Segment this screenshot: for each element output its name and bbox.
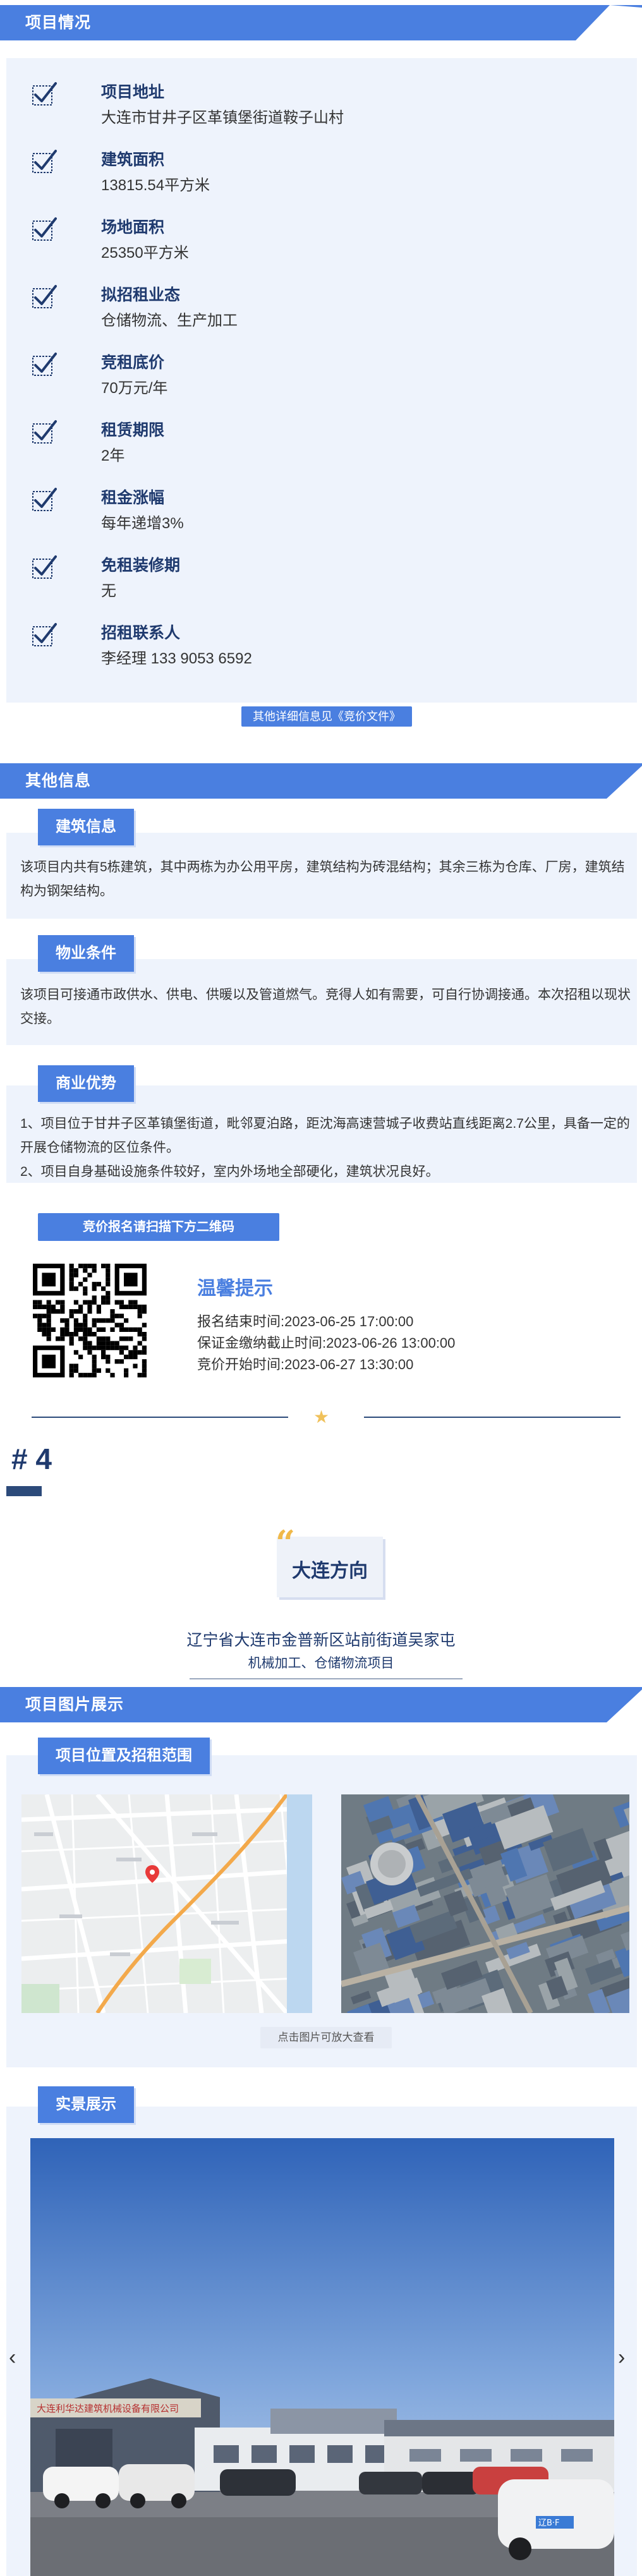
info-label: 租赁期限	[101, 421, 165, 439]
info-label: 租金涨幅	[101, 489, 165, 507]
check-box-icon	[32, 353, 57, 376]
property-text: 该项目可接通市政供水、供电、供暖以及管道燃气。竞得人如有需要，可自行协调接通。本…	[20, 988, 631, 1026]
advantage-line-2: 2、项目自身基础设施条件较好，室内外场地全部硬化，建筑状况良好。	[20, 1164, 439, 1179]
check-box-icon	[32, 285, 57, 308]
building-info-tag: 建筑信息	[38, 809, 134, 845]
project-info-panel: 项目地址大连市甘井子区革镇堡街道鞍子山村 建筑面积 13815.54平方米 场地面积 2…	[6, 58, 637, 703]
section-title: 项目情况	[25, 14, 92, 32]
qr-code[interactable]	[33, 1264, 147, 1377]
qr-signup-label: 竞价报名请扫描下方二维码	[38, 1213, 279, 1241]
project-usage: 机械加工、仓储物流项目	[248, 1656, 394, 1671]
check-box-icon	[32, 420, 57, 444]
info-value: 无	[101, 583, 116, 600]
info-item: 拟招租业态仓储物流、生产加工	[32, 280, 600, 337]
reminder-deposit-deadline: 保证金缴纳截止时间:2023-06-26 13:00:00	[197, 1335, 456, 1351]
info-value: 70万元/年	[101, 380, 168, 397]
info-label: 建筑面积	[101, 151, 165, 169]
info-item: 场地面积 25350平方米	[32, 212, 600, 269]
more-info-link[interactable]: 其他详细信息见《竞价文件》	[241, 706, 412, 727]
address-underline	[190, 1678, 463, 1679]
section-title: 其他信息	[25, 772, 92, 790]
info-item: 竞租底价 70万元/年	[32, 348, 600, 404]
divider-right	[364, 1417, 621, 1418]
info-label: 场地面积	[101, 219, 165, 236]
location-map[interactable]	[21, 1794, 312, 2013]
info-label: 拟招租业态	[101, 286, 181, 304]
real-scene-tag: 实景展示	[38, 2086, 134, 2123]
star-icon: ★	[313, 1407, 330, 1427]
zoom-hint: 点击图片可放大查看	[260, 2027, 392, 2048]
info-item: 免租装修期无	[32, 550, 600, 607]
check-box-icon	[32, 488, 57, 511]
reminder-title: 温馨提示	[197, 1278, 273, 1299]
info-item: 招租联系人李经理 133 9053 6592	[32, 618, 600, 675]
real-scene-photo[interactable]: 大连利华达建筑机械设备有限公司 辽B·F	[30, 2138, 614, 2576]
section-bar-project-info: 项目情况	[0, 5, 642, 40]
section-title: 项目图片展示	[25, 1696, 124, 1714]
info-value: 李经理 133 9053 6592	[101, 650, 252, 667]
info-label: 招租联系人	[101, 624, 181, 642]
property-tag: 物业条件	[38, 935, 134, 972]
info-label: 项目地址	[101, 83, 165, 101]
map-pin-icon	[145, 1865, 159, 1883]
reminder-bidding-start: 竞价开始时间:2023-06-27 13:30:00	[197, 1357, 414, 1372]
divider-left	[32, 1417, 288, 1418]
info-value: 25350平方米	[101, 245, 189, 262]
section-bar-images: 项目图片展示	[0, 1687, 642, 1722]
info-item: 租赁期限 2年	[32, 415, 600, 472]
info-label: 免租装修期	[101, 557, 181, 574]
check-box-icon	[32, 217, 57, 241]
info-value: 每年递增3%	[101, 515, 184, 532]
info-item: 建筑面积 13815.54平方米	[32, 145, 600, 202]
check-box-icon	[32, 150, 57, 173]
quote-icon: “	[276, 1523, 296, 1563]
info-item: 租金涨幅每年递增3%	[32, 483, 600, 540]
section-bar-other-info: 其他信息	[0, 763, 642, 799]
advantage-tag: 商业优势	[38, 1065, 134, 1102]
page: 项目情况 项目地址大连市甘井子区革镇堡街道鞍子山村 建筑面积 13815.54平方米…	[0, 0, 642, 2576]
location-tag: 项目位置及招租范围	[38, 1738, 210, 1774]
license-plate: 辽B·F	[538, 2519, 560, 2528]
info-value: 13815.54平方米	[101, 177, 210, 194]
info-label: 竞租底价	[101, 354, 165, 372]
chevron-left-icon[interactable]: ‹	[9, 2345, 16, 2370]
info-value: 2年	[101, 447, 125, 464]
project-number-underline	[6, 1486, 42, 1496]
info-value: 仓储物流、生产加工	[101, 312, 238, 329]
reminder-signup-end: 报名结束时间:2023-06-25 17:00:00	[197, 1314, 414, 1329]
building-info-text: 该项目内共有5栋建筑，其中两栋为办公用平房，建筑结构为砖混结构；其余三栋为仓库、…	[20, 860, 625, 898]
aerial-photo[interactable]	[341, 1794, 629, 2013]
project-number: # 4	[11, 1442, 52, 1475]
advantage-line-1: 1、项目位于甘井子区革镇堡街道，毗邻夏泊路，距沈海高速营城子收费站直线距离2.7…	[20, 1116, 630, 1155]
info-item: 项目地址大连市甘井子区革镇堡街道鞍子山村	[32, 77, 600, 134]
check-box-icon	[32, 82, 57, 106]
project-address: 辽宁省大连市金普新区站前街道吴家屯	[186, 1631, 456, 1649]
signboard-text: 大连利华达建筑机械设备有限公司	[37, 2403, 179, 2414]
check-box-icon	[32, 623, 57, 646]
chevron-right-icon[interactable]: ›	[618, 2345, 625, 2370]
info-value: 大连市甘井子区革镇堡街道鞍子山村	[101, 109, 344, 126]
check-box-icon	[32, 555, 57, 579]
